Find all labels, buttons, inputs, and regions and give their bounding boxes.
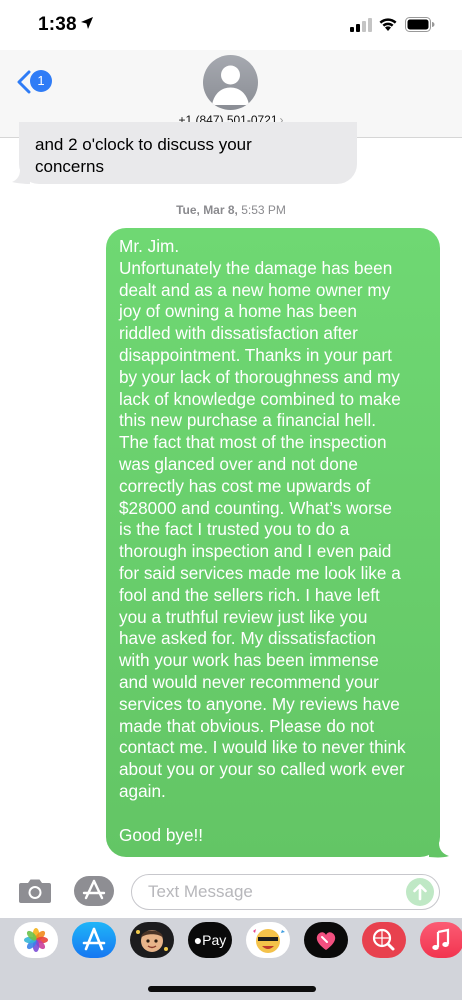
outgoing-line: contact me. I would like to never think [119,737,406,758]
outgoing-line: you a truthful review just like you [119,606,368,627]
text-message-input[interactable]: Text Message [131,874,440,910]
outgoing-line: and would never recommend your [119,671,379,692]
animoji-icon [253,929,285,953]
app-store-icon [82,927,106,951]
wifi-icon [379,18,397,31]
photos-app-button[interactable] [14,922,58,958]
outgoing-line: about you or your so called work ever [119,759,405,780]
outgoing-line: $28000 and counting. What’s worse [119,497,392,518]
timestamp-date: Tue, Mar 8, [176,203,238,217]
outgoing-line: thorough inspection and I even paid [119,541,392,562]
outgoing-line: disappointment. Thanks in your part [119,344,392,365]
outgoing-message-bubble[interactable]: Mr. Jim. Unfortunately the damage has be… [106,228,440,857]
contact-avatar[interactable] [203,55,258,110]
incoming-message-bubble[interactable]: and 2 o'clock to discuss your concerns [19,122,357,184]
message-input-row: Text Message [0,866,462,918]
app-store-button[interactable] [74,876,114,906]
outgoing-line: Mr. Jim. [119,236,180,256]
outgoing-line: services to anyone. My reviews have [119,693,400,714]
outgoing-line: joy of owning a home has been [119,301,357,322]
outgoing-line: again. [119,780,166,801]
apple-logo-icon: ● [193,932,203,948]
outgoing-line: was glanced over and not done [119,453,358,474]
outgoing-line: have asked for. My dissatisfaction [119,628,376,649]
music-app-button[interactable] [420,922,462,958]
battery-icon [405,17,435,32]
outgoing-line: made that obvious. Please do not [119,715,375,736]
outgoing-line: for said services made me look like a [119,562,401,583]
app-store-app-button[interactable] [72,922,116,958]
home-indicator[interactable] [148,986,316,992]
outgoing-line: is the fact I trusted you to do a [119,519,350,540]
incoming-line: concerns [35,157,104,176]
message-timestamp: Tue, Mar 8, 5:53 PM [0,203,462,217]
camera-icon[interactable] [18,878,52,904]
arrow-up-icon [413,884,427,901]
apple-pay-app-button[interactable]: ●Pay [188,922,232,958]
status-time: 1:38 [38,14,77,35]
send-button[interactable] [406,878,434,906]
incoming-line: and 2 o'clock to discuss your [35,135,252,154]
outgoing-line: correctly has cost me upwards of [119,475,371,496]
digital-touch-icon [316,932,336,950]
outgoing-closing-line: Good bye!! [119,824,204,845]
outgoing-line: with your work has been immense [119,650,379,671]
music-icon [432,928,450,950]
apple-pay-label: Pay [202,932,227,948]
status-bar: 1:38 [0,0,462,50]
text-message-placeholder: Text Message [148,882,253,901]
web-search-app-button[interactable] [362,922,406,958]
outgoing-line: this new purchase a financial hell. [119,410,377,431]
memoji-app-button[interactable] [130,922,174,958]
outgoing-line: riddled with dissatisfaction after [119,323,358,344]
unread-count-badge[interactable]: 1 [30,70,52,92]
outgoing-line: dealt and as a new home owner my [119,279,391,300]
outgoing-line: fool and the sellers rich. I have left [119,584,380,605]
animoji-app-button[interactable] [246,922,290,958]
outgoing-line: The fact that most of the inspection [119,432,387,453]
app-store-icon [82,879,106,900]
digital-touch-app-button[interactable] [304,922,348,958]
outgoing-line: by your lack of thoroughness and my [119,366,400,387]
photos-icon [24,928,48,952]
web-search-icon [372,928,395,951]
outgoing-line: lack of knowledge combined to make [119,388,401,409]
cellular-signal-icon [350,18,372,32]
memoji-icon [136,930,168,952]
person-silhouette-icon [212,65,249,105]
timestamp-time: 5:53 PM [241,203,286,217]
outgoing-line: Unfortunately the damage has been [119,257,393,278]
location-arrow-icon [81,17,93,29]
